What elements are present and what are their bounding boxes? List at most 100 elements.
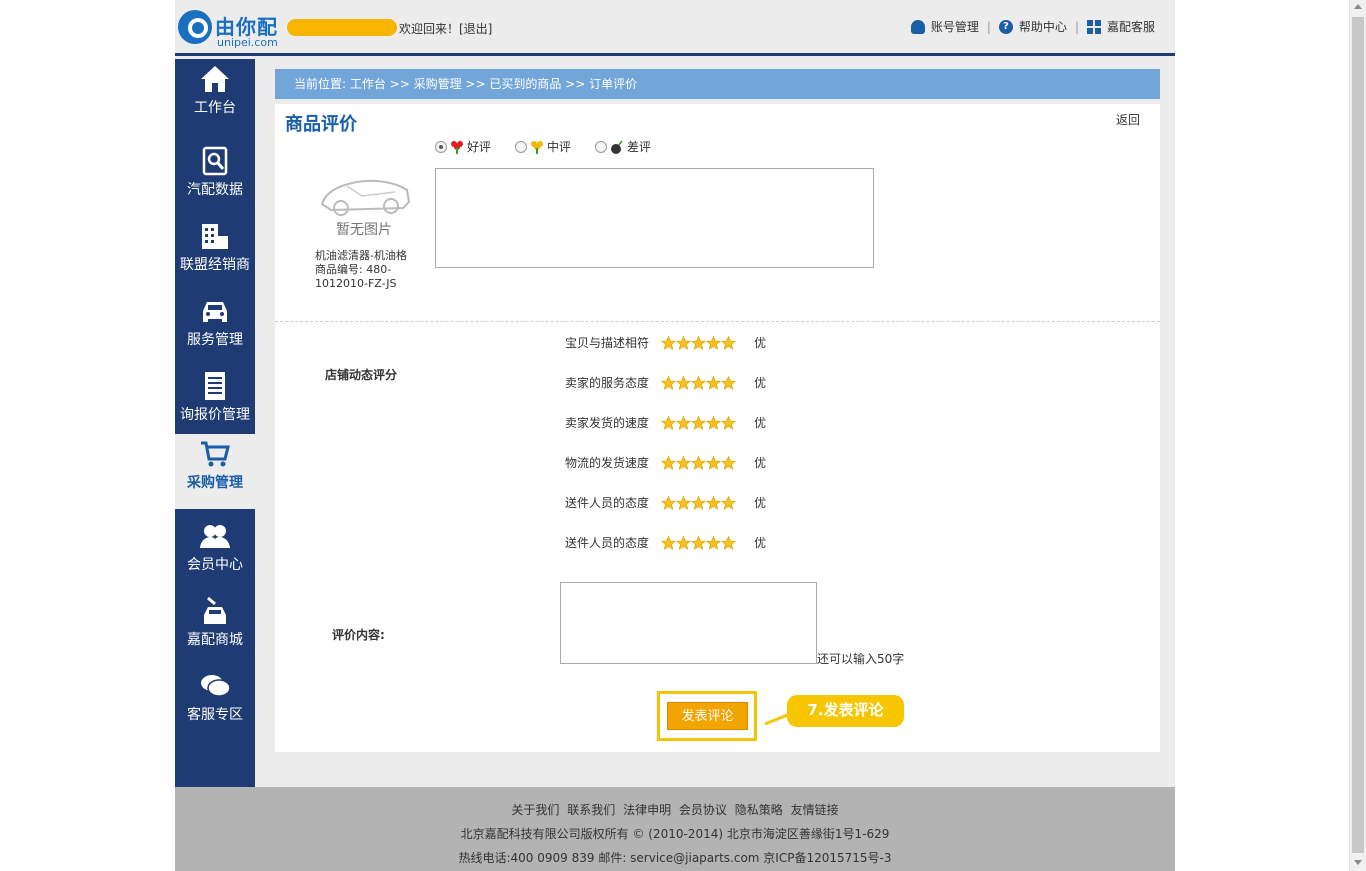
star-icon[interactable] xyxy=(706,455,721,470)
submit-review-button[interactable]: 发表评论 xyxy=(667,702,748,730)
rating-neutral-radio[interactable] xyxy=(515,140,528,153)
sidebar-item-workbench[interactable]: 工作台 xyxy=(175,59,255,134)
star-rating[interactable] xyxy=(661,455,736,470)
rating-neutral[interactable]: 中评 xyxy=(515,138,571,155)
star-icon[interactable] xyxy=(661,535,676,550)
customer-service-link[interactable]: 嘉配客服 xyxy=(1086,18,1155,35)
scroll-down-arrow-icon[interactable] xyxy=(1354,860,1362,865)
star-icon[interactable] xyxy=(721,375,736,390)
star-icon[interactable] xyxy=(676,455,691,470)
score-row-courier-attitude: 送件人员的态度 优 xyxy=(565,494,766,511)
star-icon[interactable] xyxy=(721,335,736,350)
product-code: 商品编号: 480-1012010-FZ-JS xyxy=(315,263,397,290)
help-center-link[interactable]: ? 帮助中心 xyxy=(998,18,1067,35)
star-icon[interactable] xyxy=(721,495,736,510)
account-management-link[interactable]: 账号管理 xyxy=(910,18,979,35)
vertical-scrollbar[interactable] xyxy=(1349,0,1366,871)
comment-textarea[interactable] xyxy=(560,582,817,664)
star-rating[interactable] xyxy=(661,495,736,510)
star-icon[interactable] xyxy=(661,495,676,510)
footer-link-contact[interactable]: 联系我们 xyxy=(567,803,615,817)
footer-link-legal[interactable]: 法律申明 xyxy=(623,803,671,817)
star-rating[interactable] xyxy=(661,335,736,350)
sidebar-item-alliance-dealers[interactable]: 联盟经销商 xyxy=(175,216,255,291)
score-row-courier-attitude-2: 送件人员的态度 优 xyxy=(565,534,766,551)
rating-good-label: 好评 xyxy=(467,140,492,154)
account-management-label: 账号管理 xyxy=(930,20,979,34)
sidebar-item-service-management[interactable]: 服务管理 xyxy=(175,291,255,366)
star-icon[interactable] xyxy=(721,535,736,550)
star-icon[interactable] xyxy=(706,335,721,350)
star-icon[interactable] xyxy=(691,335,706,350)
sidebar-item-customer-service[interactable]: 客服专区 xyxy=(175,666,255,741)
members-icon xyxy=(200,525,230,548)
page-title: 商品评价 xyxy=(285,114,357,135)
footer-link-privacy[interactable]: 隐私策略 xyxy=(735,803,783,817)
star-icon[interactable] xyxy=(721,415,736,430)
sidebar-item-jiapei-mall[interactable]: 嘉配商城 xyxy=(175,591,255,666)
sidebar-item-quotation-management[interactable]: 询报价管理 xyxy=(175,366,255,441)
red-flower-icon xyxy=(451,140,463,154)
star-rating[interactable] xyxy=(661,415,736,430)
rating-bad[interactable]: 差评 xyxy=(595,138,651,155)
scroll-thumb[interactable] xyxy=(1352,17,1364,853)
sidebar: 工作台 汽配数据 联盟经销商 服务管理 询报价管理 采购管理 会员中心 嘉配商城… xyxy=(175,59,255,787)
help-icon: ? xyxy=(998,19,1013,34)
star-icon[interactable] xyxy=(661,415,676,430)
logo-icon[interactable] xyxy=(178,10,212,44)
sidebar-item-label: 客服专区 xyxy=(187,707,243,723)
star-icon[interactable] xyxy=(661,375,676,390)
star-icon[interactable] xyxy=(661,335,676,350)
star-icon[interactable] xyxy=(676,335,691,350)
step-callout: 7.发表评论 xyxy=(787,695,904,727)
score-row-logistics-speed: 物流的发货速度 优 xyxy=(565,454,766,471)
star-icon[interactable] xyxy=(706,375,721,390)
star-icon[interactable] xyxy=(691,415,706,430)
score-label: 宝贝与描述相符 xyxy=(565,336,650,350)
score-row-shipping-speed: 卖家发货的速度 优 xyxy=(565,414,766,431)
sidebar-item-parts-data[interactable]: 汽配数据 xyxy=(175,141,255,216)
rating-bad-radio[interactable] xyxy=(595,140,608,153)
star-icon[interactable] xyxy=(691,495,706,510)
star-icon[interactable] xyxy=(661,455,676,470)
chat-icon xyxy=(201,675,231,697)
star-icon[interactable] xyxy=(706,535,721,550)
star-icon[interactable] xyxy=(706,495,721,510)
star-icon[interactable] xyxy=(691,375,706,390)
footer-link-about[interactable]: 关于我们 xyxy=(511,803,559,817)
breadcrumb: 当前位置: 工作台 >> 采购管理 >> 已买到的商品 >> 订单评价 xyxy=(275,69,1160,99)
sidebar-item-purchase-management[interactable]: 采购管理 xyxy=(175,434,255,509)
review-textarea[interactable] xyxy=(435,168,874,268)
sidebar-item-member-center[interactable]: 会员中心 xyxy=(175,516,255,591)
star-icon[interactable] xyxy=(691,535,706,550)
star-icon[interactable] xyxy=(676,495,691,510)
star-rating[interactable] xyxy=(661,375,736,390)
search-doc-icon xyxy=(202,146,228,176)
sidebar-item-label: 联盟经销商 xyxy=(180,257,250,273)
score-label: 物流的发货速度 xyxy=(565,456,650,470)
rating-good-radio[interactable] xyxy=(435,140,447,153)
product-name[interactable]: 机油滤清器-机油格 xyxy=(315,249,425,263)
star-icon[interactable] xyxy=(721,455,736,470)
star-rating[interactable] xyxy=(661,535,736,550)
bomb-icon xyxy=(611,140,623,154)
star-icon[interactable] xyxy=(691,455,706,470)
customer-service-label: 嘉配客服 xyxy=(1106,20,1155,34)
star-icon[interactable] xyxy=(676,535,691,550)
star-icon[interactable] xyxy=(706,415,721,430)
footer-link-friends[interactable]: 友情链接 xyxy=(791,803,839,817)
sidebar-item-label: 汽配数据 xyxy=(187,182,243,198)
star-icon[interactable] xyxy=(676,415,691,430)
rating-good[interactable]: 好评 xyxy=(435,138,491,155)
welcome-logout-text[interactable]: 欢迎回来！[退出] xyxy=(399,20,492,37)
scroll-up-arrow-icon[interactable] xyxy=(1354,4,1362,9)
logo-subtext: unipei.com xyxy=(217,36,278,49)
no-image-caption: 暂无图片 xyxy=(336,222,392,238)
separator: | xyxy=(1074,19,1079,34)
comment-label: 评价内容: xyxy=(332,628,385,642)
footer-link-agreement[interactable]: 会员协议 xyxy=(679,803,727,817)
separator: | xyxy=(986,19,991,34)
star-icon[interactable] xyxy=(676,375,691,390)
back-link[interactable]: 返回 xyxy=(1116,111,1140,128)
shop-score-label: 店铺动态评分 xyxy=(325,368,398,382)
